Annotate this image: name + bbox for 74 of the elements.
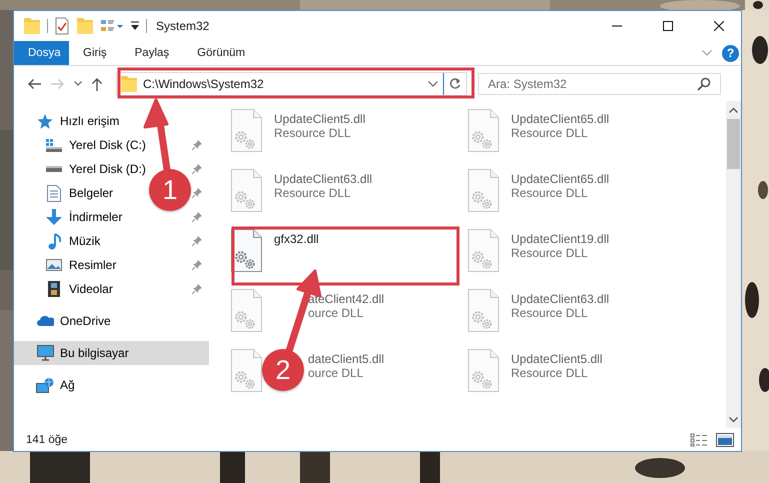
pin-icon[interactable] — [192, 284, 202, 294]
file-name[interactable]: ateClient42.dll — [308, 292, 384, 306]
customize-caret-icon[interactable] — [130, 21, 140, 31]
network-icon — [36, 378, 54, 392]
film-icon — [48, 281, 60, 297]
file-name[interactable]: UpdateClient5.dll — [274, 112, 366, 126]
file-type: Resource DLL — [274, 126, 352, 140]
ribbon-tab[interactable]: Paylaş — [120, 41, 184, 65]
ribbon-tab[interactable]: Dosya — [14, 41, 69, 65]
folder-icon — [120, 74, 138, 92]
file-type: Resource DLL — [511, 246, 589, 260]
file-type: Resource DLL — [511, 366, 589, 380]
file-name[interactable]: UpdateClient63.dll — [511, 292, 610, 306]
file-name[interactable]: UpdateClient63.dll — [274, 172, 372, 186]
file-type: Resource DLL — [511, 126, 589, 140]
pin-icon[interactable] — [192, 260, 202, 270]
file-name[interactable]: UpdateClient65.dll — [511, 112, 610, 126]
monitor-icon — [36, 345, 54, 361]
window-title: System32 — [156, 19, 210, 33]
drive-icon — [46, 138, 62, 152]
nav-item[interactable]: Resimler — [14, 253, 120, 277]
drive-icon — [46, 166, 62, 172]
large-icons-view-icon[interactable] — [716, 432, 734, 446]
pin-icon[interactable] — [192, 140, 202, 150]
search-icon[interactable] — [697, 76, 711, 90]
maximize-icon — [662, 21, 672, 31]
layout-icon[interactable] — [100, 19, 124, 33]
file-name[interactable]: dateClient5.dll — [308, 352, 384, 366]
file-name[interactable]: UpdateClient19.dll — [511, 232, 610, 246]
pin-icon[interactable] — [192, 212, 202, 222]
nav-item[interactable]: Videolar — [14, 277, 117, 301]
nav-item[interactable]: Bu bilgisayar — [14, 341, 209, 365]
file-name[interactable]: UpdateClient65.dll — [511, 172, 610, 186]
pin-icon[interactable] — [192, 164, 202, 174]
scroll-thumb[interactable] — [727, 119, 740, 169]
pin-icon[interactable] — [192, 236, 202, 246]
music-note-icon — [48, 232, 60, 250]
nav-item[interactable]: Belgeler — [14, 181, 118, 205]
download-arrow-icon — [46, 209, 62, 225]
minimize-icon — [612, 25, 622, 27]
nav-item[interactable]: İndirmeler — [14, 205, 126, 229]
properties-icon[interactable] — [54, 17, 70, 35]
cloud-icon — [36, 316, 54, 326]
address-bar[interactable]: C:\Windows\System32 — [116, 72, 467, 96]
nav-item[interactable]: Yerel Disk (D:) — [14, 157, 150, 181]
file-name[interactable]: gfx32.dll — [274, 232, 319, 246]
ribbon-tab[interactable]: Giriş — [69, 41, 121, 65]
star-icon — [37, 114, 53, 128]
file-name[interactable]: UpdateClient5.dll — [511, 352, 602, 366]
nav-item[interactable]: Müzik — [14, 229, 104, 253]
close-icon — [714, 21, 724, 31]
image-icon — [46, 259, 62, 271]
document-icon — [47, 184, 61, 202]
search-field[interactable]: Ara: System32 — [478, 72, 721, 94]
item-count: 141 öğe — [26, 434, 68, 446]
chevron-down-icon[interactable] — [428, 80, 438, 86]
file-type: Resource DLL — [274, 186, 352, 200]
chevron-up-icon — [729, 106, 738, 112]
file-type: Resource DLL — [511, 306, 589, 320]
file-type: ource DLL — [308, 366, 364, 380]
refresh-icon — [449, 78, 461, 90]
chevron-down-icon — [729, 416, 738, 422]
file-type: Resource DLL — [511, 186, 589, 200]
nav-item[interactable]: OneDrive — [14, 309, 115, 333]
ribbon-tab[interactable]: Görünüm — [183, 41, 260, 65]
nav-item[interactable]: Ağ — [14, 373, 79, 397]
address-path: C:\Windows\System32 — [142, 76, 265, 90]
details-view-icon[interactable] — [690, 432, 708, 446]
nav-item[interactable]: Hızlı erişim — [14, 109, 124, 133]
file-type: ource DLL — [308, 306, 364, 320]
nav-item[interactable]: Yerel Disk (C:) — [14, 133, 150, 157]
pin-icon[interactable] — [192, 188, 202, 198]
scrollbar[interactable] — [726, 101, 741, 428]
help-button[interactable]: ? — [722, 44, 739, 62]
